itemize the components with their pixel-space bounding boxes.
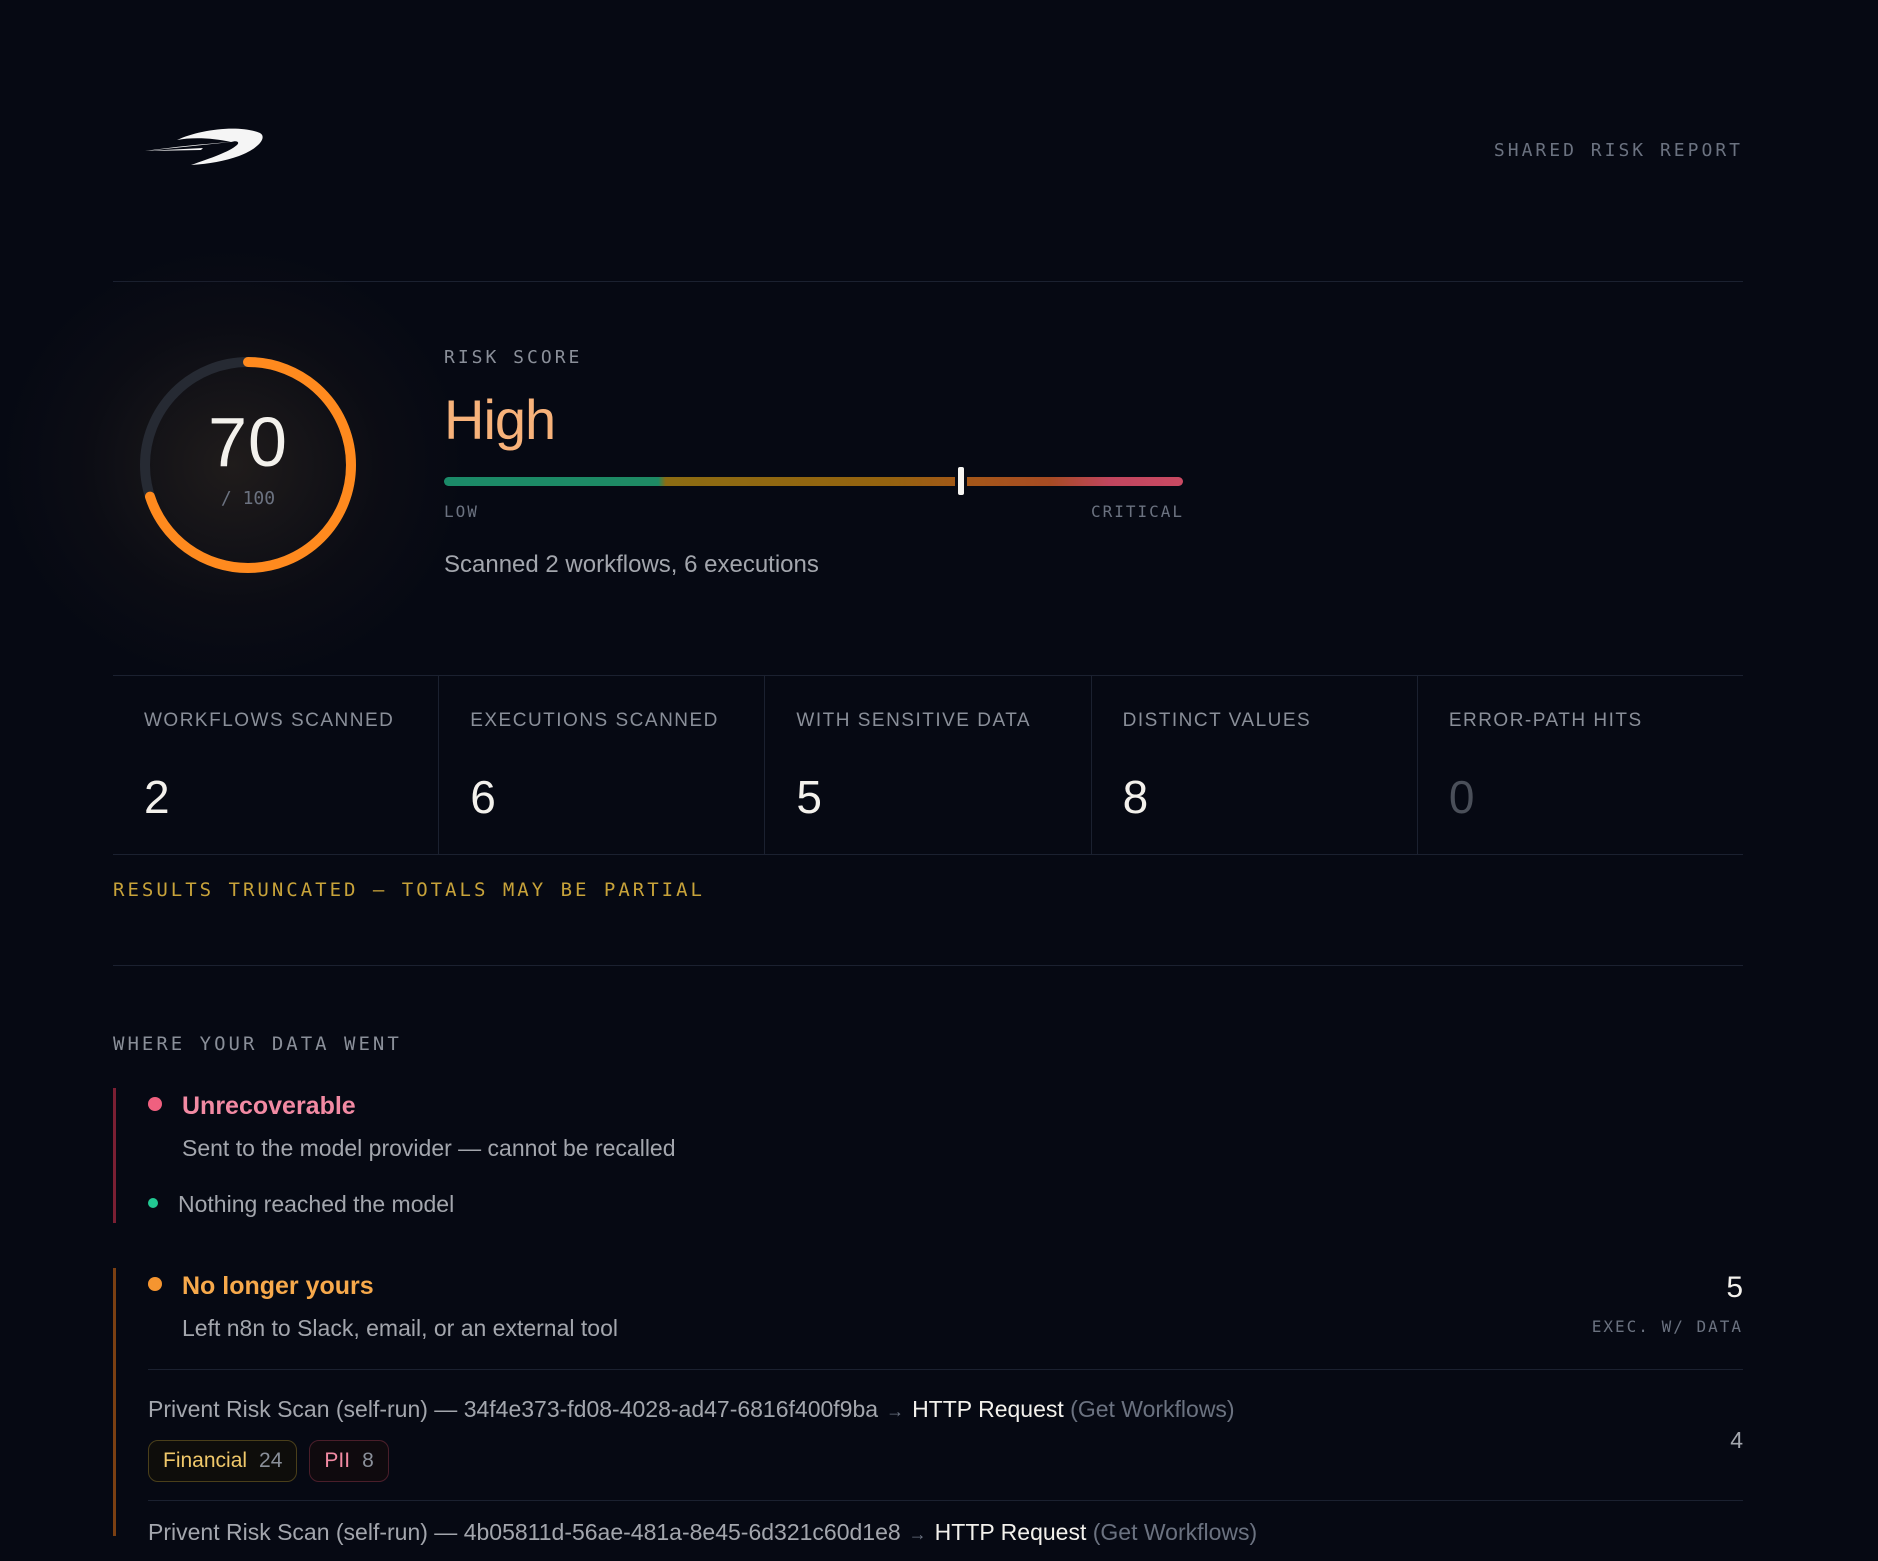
risk-scale-marker <box>958 467 965 495</box>
report-title: SHARED RISK REPORT <box>1493 140 1743 161</box>
workflow-source[interactable]: Privent Risk Scan (self-run) — 4b05811d-… <box>148 1519 901 1545</box>
tag-pii[interactable]: PII 8 <box>309 1440 389 1482</box>
stat-error-path-hits: ERROR-PATH HITS 0 <box>1418 676 1743 854</box>
truncated-notice: RESULTS TRUNCATED — TOTALS MAY BE PARTIA… <box>113 879 705 901</box>
group-unrecoverable: Unrecoverable Sent to the model provider… <box>113 1088 1743 1223</box>
tag-label: Financial <box>163 1449 248 1472</box>
group-title: No longer yours <box>182 1272 374 1300</box>
stat-value: 0 <box>1448 771 1475 823</box>
stat-label: WORKFLOWS SCANNED <box>144 710 395 731</box>
stat-label: EXECUTIONS SCANNED <box>470 710 719 731</box>
tag-label: PII <box>324 1449 351 1472</box>
stat-label: WITH SENSITIVE DATA <box>796 710 1032 731</box>
stat-value: 6 <box>470 771 496 823</box>
tag-count: 8 <box>362 1449 374 1472</box>
tag-financial[interactable]: Financial 24 <box>148 1440 298 1482</box>
group-no-longer-yours: No longer yours Left n8n to Slack, email… <box>113 1268 1743 1545</box>
workflow-source[interactable]: Privent Risk Scan (self-run) — 34f4e373-… <box>148 1396 878 1422</box>
stat-label: DISTINCT VALUES <box>1122 710 1312 731</box>
scan-summary: Scanned 2 workflows, 6 executions <box>444 551 819 578</box>
stat-label: ERROR-PATH HITS <box>1448 710 1643 731</box>
tag-count: 24 <box>259 1449 283 1472</box>
table-row[interactable]: Privent Risk Scan (self-run) — 34f4e373-… <box>148 1369 1743 1500</box>
exec-count-label: EXEC. W/ DATA <box>1591 1317 1743 1336</box>
stat-distinct-values: DISTINCT VALUES 8 <box>1092 676 1418 854</box>
stat-value: 2 <box>144 771 170 823</box>
group-description: Sent to the model provider — cannot be r… <box>182 1135 676 1161</box>
arrow-right-icon: → <box>886 1401 905 1421</box>
risk-scale <box>444 467 1183 495</box>
scale-low-label: LOW <box>444 502 479 521</box>
stat-value: 8 <box>1122 771 1149 823</box>
group-status: Nothing reached the model <box>178 1191 455 1217</box>
node-name: HTTP Request <box>912 1396 1064 1422</box>
brand-logo[interactable] <box>143 120 263 175</box>
node-detail: (Get Workflows) <box>1070 1396 1235 1422</box>
group-title: Unrecoverable <box>182 1092 356 1120</box>
group-bar <box>113 1268 116 1536</box>
stats-row: WORKFLOWS SCANNED 2 EXECUTIONS SCANNED 6… <box>113 675 1743 855</box>
scale-high-label: CRITICAL <box>1091 502 1185 521</box>
status-dot-icon <box>148 1097 162 1111</box>
risk-score-max: / 100 <box>220 488 276 509</box>
arrow-right-icon: → <box>908 1524 927 1544</box>
swoosh-logo-icon <box>145 128 263 165</box>
node-name: HTTP Request <box>934 1519 1087 1545</box>
stat-value: 5 <box>796 771 822 823</box>
exec-count: 5 <box>1726 1271 1743 1304</box>
stat-sensitive-data: WITH SENSITIVE DATA 5 <box>765 676 1092 854</box>
row-path: Privent Risk Scan (self-run) — 4b05811d-… <box>148 1519 1257 1546</box>
tag-list: Financial 24 PII 8 <box>148 1440 389 1482</box>
risk-score-label: RISK SCORE <box>444 347 583 368</box>
stat-workflows-scanned: WORKFLOWS SCANNED 2 <box>113 676 440 854</box>
node-detail: (Get Workflows) <box>1092 1519 1258 1545</box>
risk-score-value: 70 <box>208 403 288 481</box>
row-path: Privent Risk Scan (self-run) — 34f4e373-… <box>148 1396 1235 1423</box>
group-bar <box>113 1088 116 1223</box>
risk-level: High <box>444 388 556 451</box>
table-row[interactable]: Privent Risk Scan (self-run) — 4b05811d-… <box>148 1500 1743 1561</box>
header-divider <box>113 281 1743 282</box>
group-description: Left n8n to Slack, email, or an external… <box>182 1315 618 1341</box>
section-title: WHERE YOUR DATA WENT <box>113 1033 402 1055</box>
risk-score-gauge: 70 / 100 <box>133 350 363 580</box>
ok-dot-icon <box>148 1198 158 1208</box>
section-divider <box>113 965 1743 966</box>
stat-executions-scanned: EXECUTIONS SCANNED 6 <box>439 676 766 854</box>
risk-scale-bar <box>444 477 1183 486</box>
status-dot-icon <box>148 1277 162 1291</box>
row-count: 4 <box>1730 1427 1743 1453</box>
